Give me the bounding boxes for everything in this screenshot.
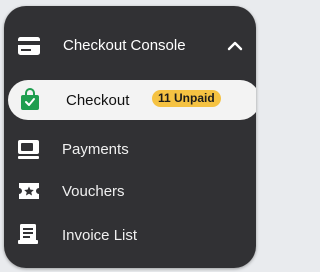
sidebar-item-vouchers[interactable]: Vouchers [4, 172, 256, 210]
header-title: Checkout Console [63, 37, 186, 54]
sidebar-item-label: Checkout [66, 92, 130, 109]
chevron-up-icon[interactable] [226, 38, 244, 54]
checkout-console-panel: Checkout Console Checkout 11 Unpaid Paym… [4, 6, 256, 268]
unpaid-badge: 11 Unpaid [152, 90, 221, 107]
sidebar-item-label: Invoice List [62, 227, 138, 244]
invoice-icon [18, 224, 38, 244]
voucher-icon [19, 183, 39, 199]
sidebar-item-label: Payments [62, 141, 129, 158]
sidebar-item-payments[interactable]: Payments [4, 130, 256, 168]
payment-icon [18, 140, 39, 159]
sidebar-item-checkout[interactable]: Checkout 11 Unpaid [8, 80, 256, 120]
checkout-console-header[interactable]: Checkout Console [4, 24, 256, 68]
sidebar-item-invoice-list[interactable]: Invoice List [4, 216, 256, 254]
card-icon [18, 37, 40, 55]
sidebar-item-label: Vouchers [62, 183, 125, 200]
shopping-bag-icon [21, 88, 39, 110]
